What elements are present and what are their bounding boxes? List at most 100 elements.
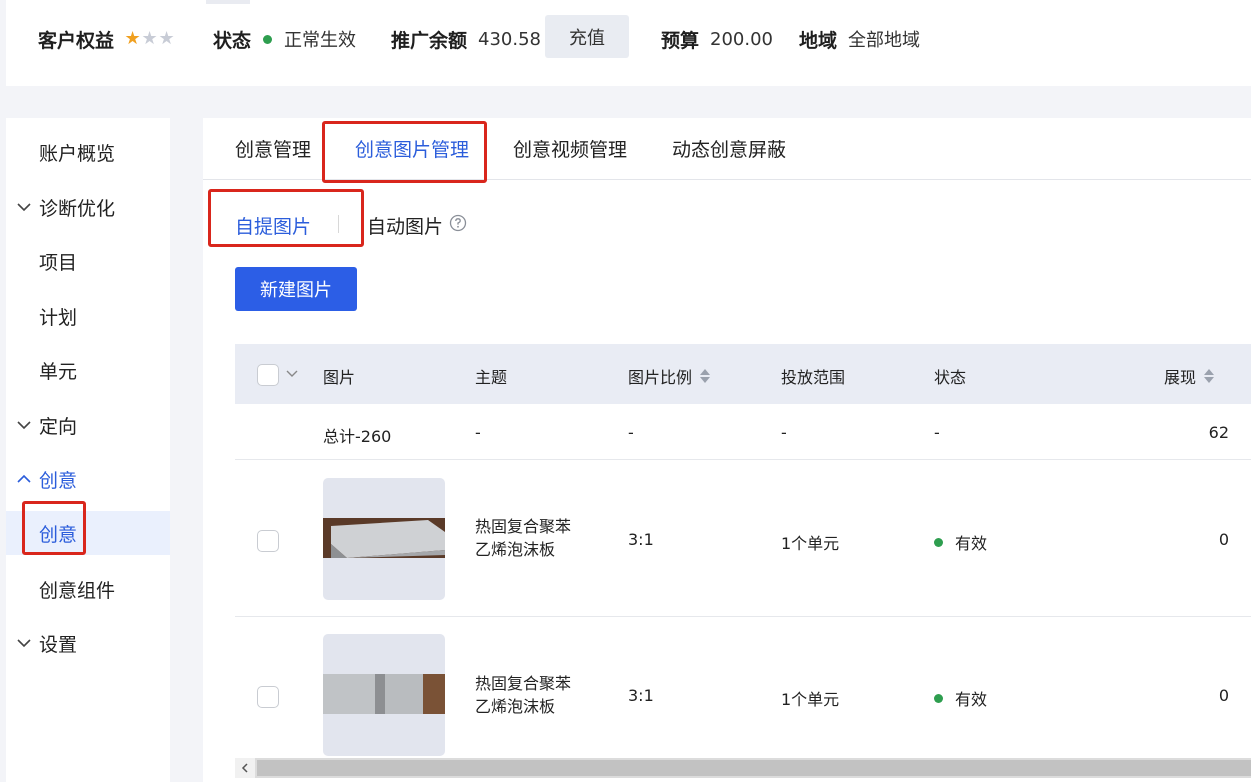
- sidebar-item-creative-component[interactable]: 创意组件: [6, 571, 170, 607]
- sort-icon[interactable]: [700, 369, 711, 383]
- row-checkbox[interactable]: [257, 530, 279, 552]
- sidebar-item-label: 诊断优化: [39, 197, 116, 220]
- status-dot-icon: [934, 694, 943, 703]
- help-circle-icon[interactable]: [449, 214, 467, 232]
- sidebar-item-plan[interactable]: 计划: [6, 298, 170, 334]
- total-status: -: [934, 423, 940, 442]
- row-status-label: 有效: [955, 690, 988, 709]
- budget: 预算 200.00: [661, 25, 773, 53]
- chevron-down-icon: [17, 203, 31, 212]
- column-header-label: 状态: [934, 368, 967, 387]
- select-all-checkbox[interactable]: [257, 364, 279, 386]
- status-label: 状态: [213, 29, 252, 52]
- star-filled-icon: ★: [124, 28, 141, 49]
- total-ratio: -: [628, 423, 634, 442]
- row-scope: 1个单元: [781, 690, 840, 709]
- chevron-left-icon: [241, 763, 248, 773]
- sidebar-item-settings[interactable]: 设置: [6, 625, 170, 661]
- column-header-ratio[interactable]: 图片比例: [628, 364, 711, 388]
- sidebar-item-label: 项目: [39, 251, 78, 274]
- tab-creative-video-management[interactable]: 创意视频管理: [513, 135, 627, 162]
- column-header-impressions[interactable]: 展现: [1164, 364, 1215, 388]
- subtab-auto-images[interactable]: 自动图片: [367, 212, 443, 239]
- scrollbar-thumb[interactable]: [257, 760, 1251, 776]
- budget-label: 预算: [661, 29, 700, 52]
- row-impressions: 0: [1218, 686, 1229, 705]
- row-checkbox[interactable]: [257, 686, 279, 708]
- total-scope: -: [781, 423, 787, 442]
- sidebar-item-diagnose[interactable]: 诊断优化: [6, 189, 170, 225]
- highlight-self-images-annotation: [208, 189, 364, 247]
- highlight-creative-annotation: [22, 501, 86, 555]
- new-image-button[interactable]: 新建图片: [235, 267, 357, 311]
- balance-value: 430.58: [478, 28, 541, 50]
- star-empty-icon: ★: [158, 28, 175, 49]
- sidebar-item-creative-group[interactable]: 创意: [6, 461, 170, 497]
- row-theme: 热固复合聚苯 乙烯泡沫板: [475, 672, 571, 718]
- row-theme-line: 热固复合聚苯: [475, 674, 572, 693]
- recharge-button[interactable]: 充值: [545, 15, 629, 58]
- row-impressions: 0: [1218, 530, 1229, 549]
- column-header-image: 图片: [323, 364, 355, 388]
- customer-rights: 客户权益 ★ ★ ★: [38, 25, 175, 53]
- column-header-label: 图片: [323, 368, 356, 387]
- sort-icon[interactable]: [1204, 369, 1215, 383]
- account-status: 状态 正常生效: [213, 25, 356, 53]
- chevron-up-icon: [17, 474, 31, 483]
- total-impressions: 62: [1208, 423, 1229, 442]
- chevron-down-icon: [17, 421, 31, 430]
- row-theme: 热固复合聚苯 乙烯泡沫板: [475, 515, 571, 561]
- column-header-scope: 投放范围: [781, 364, 845, 388]
- table-row: 热固复合聚苯 乙烯泡沫板 3:1 1个单元 有效 0: [235, 460, 1251, 617]
- sidebar-item-account-overview[interactable]: 账户概览: [6, 134, 170, 170]
- row-scope: 1个单元: [781, 534, 840, 553]
- region-value[interactable]: 全部地域: [848, 26, 920, 52]
- tab-dynamic-creative-block[interactable]: 动态创意屏蔽: [672, 135, 786, 162]
- table-header: 图片 主题 图片比例 投放范围 状态 展现: [235, 344, 1251, 404]
- sidebar: 账户概览 诊断优化 项目 计划 单元 定向 创意 创意 创意组件 设置: [6, 118, 170, 782]
- star-empty-icon: ★: [141, 28, 158, 49]
- chevron-down-icon[interactable]: [285, 366, 299, 380]
- customer-rights-label: 客户权益: [38, 29, 115, 52]
- balance-label: 推广余额: [391, 29, 468, 52]
- rating-stars: ★ ★ ★: [124, 30, 175, 48]
- foam-board-image: [323, 518, 445, 558]
- status-dot-icon: [934, 538, 943, 547]
- sidebar-item-label: 单元: [39, 360, 78, 383]
- creative-image-thumbnail[interactable]: [323, 478, 445, 600]
- column-header-label: 图片比例: [628, 368, 693, 387]
- main-panel: 创意管理 创意图片管理 创意视频管理 动态创意屏蔽 自提图片 自动图片 新建图片…: [203, 118, 1251, 782]
- column-header-theme: 主题: [475, 364, 507, 388]
- sidebar-item-unit[interactable]: 单元: [6, 352, 170, 388]
- sidebar-item-label: 账户概览: [39, 142, 116, 165]
- sidebar-item-label: 创意: [39, 469, 78, 492]
- row-theme-line: 乙烯泡沫板: [475, 697, 556, 716]
- column-header-label: 主题: [475, 368, 508, 387]
- chevron-down-icon: [17, 639, 31, 648]
- account-info-bar: 客户权益 ★ ★ ★ 状态 正常生效 推广余额 430.58 充值 预算 200…: [6, 0, 1251, 86]
- row-status: 有效: [934, 686, 987, 710]
- horizontal-scrollbar[interactable]: [235, 758, 1251, 778]
- column-header-label: 投放范围: [781, 368, 846, 387]
- column-header-status: 状态: [934, 364, 966, 388]
- scroll-left-button[interactable]: [235, 758, 255, 778]
- sidebar-item-project[interactable]: 项目: [6, 243, 170, 279]
- region-label: 地域: [799, 29, 838, 52]
- status-dot-icon: [263, 34, 273, 44]
- budget-value[interactable]: 200.00: [710, 29, 773, 50]
- row-ratio: 3:1: [628, 530, 654, 549]
- sidebar-item-label: 定向: [39, 415, 78, 438]
- status-value: 正常生效: [284, 30, 357, 51]
- sidebar-item-label: 设置: [39, 633, 78, 656]
- sidebar-item-targeting[interactable]: 定向: [6, 407, 170, 443]
- foam-board-image: [323, 674, 445, 714]
- creative-image-thumbnail[interactable]: [323, 634, 445, 756]
- total-label: 总计-260: [323, 427, 392, 446]
- top-notch: [206, 0, 250, 4]
- row-status-label: 有效: [955, 534, 988, 553]
- tab-creative-management[interactable]: 创意管理: [235, 135, 311, 162]
- row-theme-line: 乙烯泡沫板: [475, 540, 556, 559]
- sidebar-item-label: 创意组件: [39, 579, 116, 602]
- column-header-label: 展现: [1164, 368, 1197, 387]
- row-theme-line: 热固复合聚苯: [475, 517, 572, 536]
